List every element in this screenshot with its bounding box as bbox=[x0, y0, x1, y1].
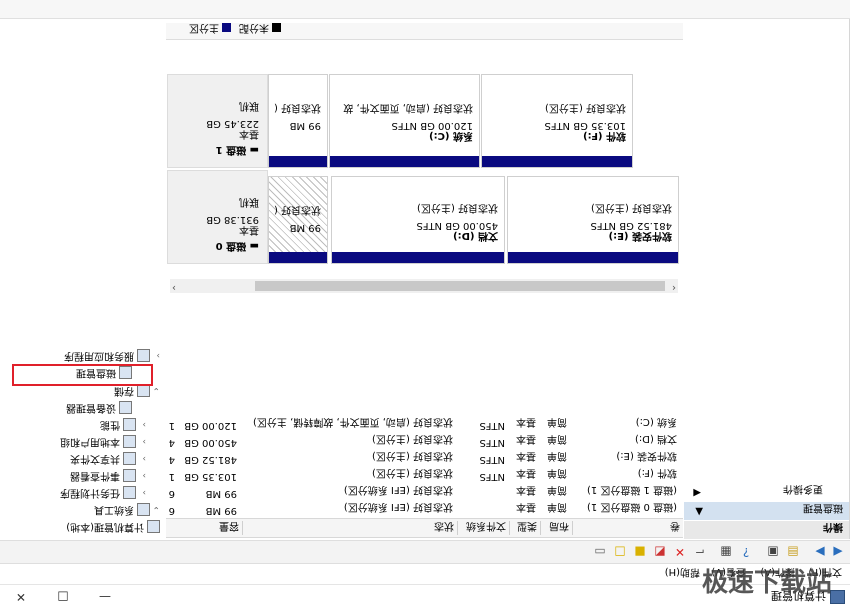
tree-device-manager[interactable]: 设备管理器 bbox=[66, 401, 132, 418]
col-volume[interactable]: 卷 bbox=[574, 520, 683, 535]
device-manager-icon bbox=[119, 401, 132, 415]
tree-performance[interactable]: ›性能 bbox=[100, 418, 146, 435]
col-layout[interactable]: 布局 bbox=[543, 520, 573, 535]
scroll-thumb[interactable] bbox=[255, 281, 665, 291]
volume-table-header: 卷 布局 类型 文件系统 状态 容量 bbox=[166, 518, 683, 538]
col-type[interactable]: 类型 bbox=[511, 520, 541, 535]
disk-0-partition-e[interactable]: 软件安装 (E:) 481.52 GB NTFS 状态良好 (主分区) bbox=[507, 176, 679, 264]
chevron-right-icon[interactable]: › bbox=[136, 453, 146, 463]
navigation-tree: 计算机管理(本地) ⌄系统工具 ›任务计划程序 ›事件查看器 ›共享文件夹 ›本… bbox=[0, 19, 164, 539]
up-folder-icon[interactable]: ▤ bbox=[786, 545, 800, 559]
chevron-down-icon[interactable]: ⌄ bbox=[150, 504, 160, 514]
actions-section-disk-management[interactable]: 磁盘管理 ▲ bbox=[684, 502, 849, 520]
horizontal-scrollbar[interactable]: ‹ › bbox=[170, 279, 678, 293]
close-button[interactable]: ✕ bbox=[0, 585, 42, 609]
menu-help[interactable]: 帮助(H) bbox=[665, 566, 700, 581]
tools-icon bbox=[137, 503, 150, 517]
disk-1-partition-efi[interactable]: 99 MB 状态良好 ( bbox=[268, 74, 328, 168]
disk-graph-area: ▬ 磁盘 0 基本 931.38 GB 联机 99 MB 状态良好 ( 文档 (… bbox=[166, 21, 683, 266]
triangle-down-icon: ▲ bbox=[695, 506, 703, 517]
chevron-down-icon[interactable]: ⌄ bbox=[150, 385, 160, 395]
maximize-button[interactable]: □ bbox=[42, 585, 84, 609]
legend-primary: 主分区 bbox=[189, 22, 231, 37]
toolbar: ◀ ▶ ▤ ▣ ? ▦ ⌐ ✕ ◩ ■ □ ▭ bbox=[0, 540, 850, 564]
tree-local-users[interactable]: ›本地用户和组 bbox=[60, 435, 146, 452]
watermark-logo: 极速下载站 bbox=[701, 568, 832, 598]
users-icon bbox=[123, 435, 136, 449]
computer-icon bbox=[147, 520, 160, 534]
scroll-right-icon[interactable]: › bbox=[172, 282, 176, 293]
tree-event-viewer[interactable]: ›事件查看器 bbox=[70, 469, 146, 486]
table-row[interactable]: 软件安装 (E:) 简单 基本 NTFS 状态良好 (主分区) 481.52 G… bbox=[166, 450, 683, 467]
col-filesystem[interactable]: 文件系统 bbox=[460, 520, 510, 535]
disk-1-partition-f[interactable]: 软件 (F:) 103.35 GB NTFS 状态良好 (主分区) bbox=[481, 74, 633, 168]
event-icon bbox=[123, 469, 136, 483]
disk-1-partition-c[interactable]: 系统 (C:) 120.00 GB NTFS 状态良好 (启动, 页面文件, 故 bbox=[329, 74, 480, 168]
triangle-right-icon: ◀ bbox=[693, 487, 701, 498]
chevron-right-icon[interactable]: › bbox=[136, 419, 146, 429]
col-capacity[interactable]: 容量 bbox=[179, 520, 243, 535]
performance-icon bbox=[123, 418, 136, 432]
tree-services-apps[interactable]: ›服务和应用程序 bbox=[64, 349, 160, 366]
tree-storage[interactable]: ⌄存储 bbox=[114, 384, 160, 401]
table-row[interactable]: 系统 (C:) 简单 基本 NTFS 状态良好 (启动, 页面文件, 故障转储,… bbox=[166, 416, 683, 433]
chevron-right-icon[interactable]: › bbox=[136, 436, 146, 446]
actions-pane: 操作 磁盘管理 ▲ 更多操作 ◀ bbox=[684, 19, 850, 539]
back-arrow-icon[interactable]: ◀ bbox=[831, 545, 845, 559]
clock-icon bbox=[123, 486, 136, 500]
storage-icon bbox=[137, 384, 150, 398]
chevron-right-icon[interactable]: › bbox=[150, 350, 160, 360]
help-icon[interactable]: ? bbox=[739, 545, 753, 559]
minimize-button[interactable]: — bbox=[84, 585, 126, 609]
tree-system-tools[interactable]: ⌄系统工具 bbox=[94, 503, 160, 520]
disk-0-info[interactable]: ▬ 磁盘 0 基本 931.38 GB 联机 bbox=[167, 170, 268, 264]
forward-arrow-icon[interactable]: ▶ bbox=[813, 545, 827, 559]
console-icon[interactable]: ▦ bbox=[719, 545, 733, 559]
computer-management-icon bbox=[830, 590, 845, 604]
display-icon[interactable]: ▭ bbox=[593, 545, 607, 559]
properties-icon[interactable]: ▣ bbox=[766, 545, 780, 559]
table-row[interactable]: (磁盘 1 磁盘分区 1) 简单 基本 状态良好 (EFI 系统分区) 99 M… bbox=[166, 484, 683, 501]
table-row[interactable]: (磁盘 0 磁盘分区 1) 简单 基本 状态良好 (EFI 系统分区) 99 M… bbox=[166, 501, 683, 518]
actions-more[interactable]: 更多操作 ◀ bbox=[684, 483, 849, 501]
folder-icon[interactable]: ■ bbox=[633, 545, 647, 559]
table-row[interactable]: 软件 (F:) 简单 基本 NTFS 状态良好 (主分区) 103.35 GB … bbox=[166, 467, 683, 484]
disk-0-partition-efi[interactable]: 99 MB 状态良好 ( bbox=[268, 176, 328, 264]
folder-open-icon[interactable]: □ bbox=[613, 545, 627, 559]
table-row[interactable]: 文档 (D:) 简单 基本 NTFS 状态良好 (主分区) 450.00 GB … bbox=[166, 433, 683, 450]
actions-header: 操作 bbox=[684, 521, 849, 539]
disk-icon: ▬ 磁盘 1 bbox=[215, 144, 259, 155]
tree-shared-folders[interactable]: ›共享文件夹 bbox=[70, 452, 146, 469]
chevron-right-icon[interactable]: › bbox=[136, 470, 146, 480]
delete-icon[interactable]: ✕ bbox=[673, 545, 687, 559]
col-status[interactable]: 状态 bbox=[244, 520, 458, 535]
shared-folder-icon bbox=[123, 452, 136, 466]
services-icon bbox=[137, 349, 150, 363]
disk-1-info[interactable]: ▬ 磁盘 1 基本 223.45 GB 联机 bbox=[167, 74, 268, 168]
tree-task-scheduler[interactable]: ›任务计划程序 bbox=[60, 486, 146, 503]
legend-unallocated: 未分配 bbox=[239, 22, 281, 37]
window-flipped: 计算机管理 — □ ✕ 文件(F) 操作(A) 查看(V) 帮助(H) ◀ ▶ … bbox=[0, 0, 850, 609]
chevron-right-icon[interactable]: › bbox=[136, 487, 146, 497]
selection-highlight bbox=[12, 364, 153, 386]
shrink-icon[interactable]: ◩ bbox=[653, 545, 667, 559]
disk-icon: ▬ 磁盘 0 bbox=[215, 240, 259, 251]
connect-icon[interactable]: ⌐ bbox=[693, 545, 707, 559]
scroll-left-icon[interactable]: ‹ bbox=[672, 282, 676, 293]
disk-0-partition-d[interactable]: 文档 (D:) 450.00 GB NTFS 状态良好 (主分区) bbox=[331, 176, 505, 264]
legend: 未分配 主分区 bbox=[166, 22, 683, 40]
tree-root[interactable]: 计算机管理(本地) bbox=[66, 520, 160, 537]
